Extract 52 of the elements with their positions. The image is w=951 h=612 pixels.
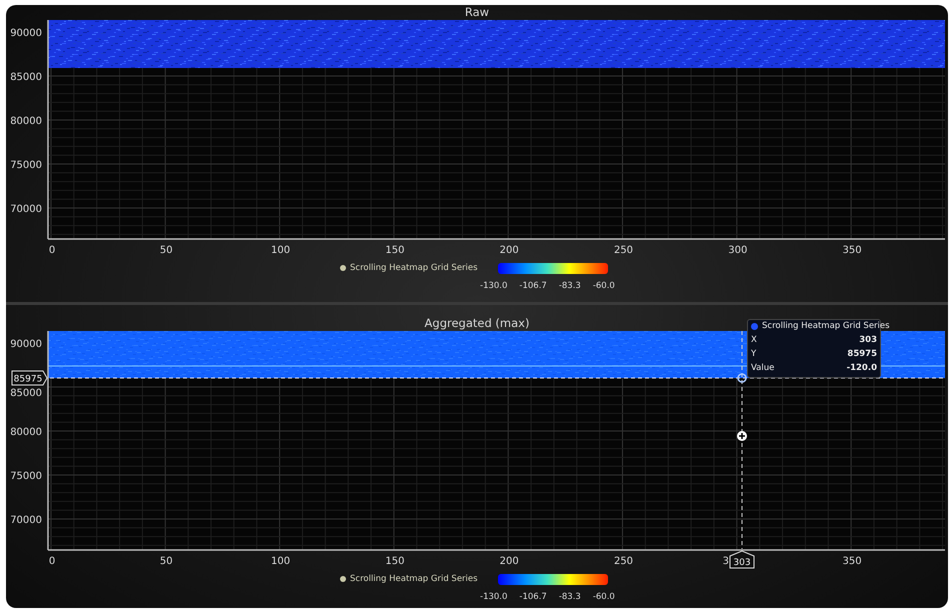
x-axis-label: 300 — [728, 245, 748, 256]
y-axis-label: 85000 — [10, 72, 42, 83]
y-axis-label: 90000 — [10, 339, 42, 350]
color-scale-label: -106.7 — [519, 281, 547, 291]
tooltip-value: 303 — [859, 334, 877, 347]
legend-label: Scrolling Heatmap Grid Series — [350, 574, 478, 584]
x-axis-label: 200 — [500, 245, 519, 256]
color-scale-label: -60.0 — [592, 592, 615, 602]
x-axis-label: 150 — [385, 556, 404, 567]
tooltip-series: Scrolling Heatmap Grid Series — [762, 321, 890, 331]
legend-dot-icon — [340, 265, 346, 271]
tooltip-key: Value — [751, 361, 774, 375]
x-axis-label: 350 — [842, 556, 862, 567]
color-scale-label: -83.3 — [558, 281, 581, 291]
color-scale-label: -130.0 — [480, 281, 508, 291]
color-scale-label: -106.7 — [519, 592, 547, 602]
x-axis-label: 100 — [271, 556, 290, 567]
crosshair-cursor-icon — [737, 431, 747, 441]
y-axis-label: 80000 — [10, 427, 42, 438]
x-axis-label: 3 — [722, 556, 729, 567]
x-axis-label: 0 — [48, 245, 56, 256]
y-axis-label: 70000 — [10, 515, 42, 526]
tooltip-key: X — [751, 333, 757, 347]
y-value-badge: 85975 — [12, 370, 48, 386]
legend-label: Scrolling Heatmap Grid Series — [350, 263, 478, 273]
color-scale-label: -130.0 — [480, 592, 508, 602]
chart-title: Raw — [464, 6, 490, 18]
tooltip-key: Y — [751, 347, 756, 361]
series-dot-icon — [751, 322, 758, 330]
x-value-badge: 303 — [730, 550, 754, 568]
x-axis-label: 200 — [500, 556, 519, 567]
x-axis-label: 350 — [842, 245, 862, 256]
y-axis-label: 90000 — [10, 28, 42, 39]
x-axis-label: 50 — [160, 245, 173, 256]
color-scale-label: -83.3 — [558, 592, 581, 602]
x-axis-label: 50 — [160, 556, 173, 567]
y-axis-label: 80000 — [10, 116, 42, 127]
tooltip-value: -120.0 — [846, 362, 877, 375]
color-scale-label: -60.0 — [592, 281, 615, 291]
y-axis-label: 70000 — [10, 204, 42, 215]
tooltip-value: 85975 — [847, 348, 877, 361]
legend-dot-icon — [340, 576, 346, 582]
y-axis-label: 75000 — [10, 471, 42, 482]
crosshair-marker — [737, 373, 747, 383]
x-axis-label: 0 — [48, 556, 56, 567]
y-axis-label: 85000 — [10, 388, 42, 399]
y-axis-label: 75000 — [10, 160, 42, 171]
x-axis-label: 100 — [271, 245, 290, 256]
x-axis-label: 150 — [385, 245, 404, 256]
x-axis-label: 250 — [614, 245, 634, 256]
chart-title: Aggregated (max) — [424, 318, 530, 329]
x-axis-label: 250 — [614, 556, 634, 567]
